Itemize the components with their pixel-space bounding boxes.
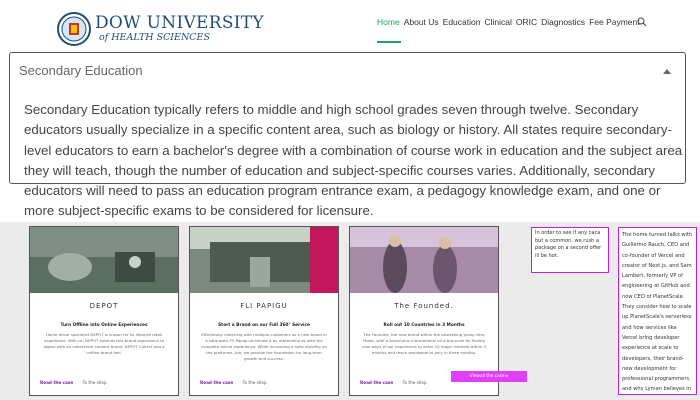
nav-clinical[interactable]: Clinical [484, 17, 511, 27]
card-subtitle: Start a Brand on our Full 360° Service [218, 323, 310, 328]
case-card-fli-papigu: FLI PAPIGU Start a Brand on our Full 360… [189, 226, 339, 396]
nav-education[interactable]: Education [443, 17, 481, 27]
logo-subtitle: of HEALTH SCIENCES [99, 32, 210, 43]
read-case-link[interactable]: Read the case [200, 380, 233, 385]
card-links: Read the case To the shop [360, 380, 427, 385]
view-all-cases-button[interactable]: Viewall the case ▸ [451, 371, 527, 382]
card-image-fli-papigu [190, 227, 338, 293]
side-text-1: In order to see if any caca but a common… [535, 230, 602, 259]
card-subtitle: Turn Offline into Online Experiences [60, 323, 148, 328]
card-title: DEPOT [89, 302, 119, 310]
nav-fee-payment[interactable]: Fee Payment [589, 17, 640, 27]
nav-oric[interactable]: ORIC [516, 17, 537, 27]
read-case-link[interactable]: Read the case [40, 380, 73, 385]
side-text-box-2: The home turned talks with Guillermo Rau… [618, 227, 697, 395]
logo-title: DOW UNIVERSITY [95, 13, 264, 33]
card-description: Effortlessly matching with multiple cust… [201, 332, 327, 361]
university-seal-logo[interactable] [57, 12, 91, 46]
main-nav: Home About Us Education Clinical ORIC Di… [377, 17, 640, 27]
active-nav-indicator [377, 41, 401, 43]
nav-diagnostics[interactable]: Diagnostics [541, 17, 585, 27]
side-text-box-1: In order to see if any caca but a common… [531, 227, 609, 273]
side-text-2: The home turned talks with Guillermo Rau… [622, 232, 693, 393]
nav-about-us[interactable]: About Us [404, 17, 439, 27]
site-header: DOW UNIVERSITY of HEALTH SCIENCES Home A… [0, 0, 700, 50]
card-links: Read the case To the shop [200, 380, 267, 385]
accordion-body-text: Secondary Education typically refers to … [24, 102, 683, 219]
card-description: Home decor specialist DEPOT is known for… [43, 332, 165, 355]
shop-link[interactable]: To the shop [403, 380, 427, 385]
card-image-the-founded [350, 227, 498, 293]
read-case-link[interactable]: Read the case [360, 380, 393, 385]
card-image-depot [30, 227, 178, 293]
card-description: The Founded, the new brand within the be… [362, 332, 486, 355]
accordion-title[interactable]: Secondary Education [19, 63, 143, 78]
case-card-depot: DEPOT Turn Offline into Online Experienc… [29, 226, 179, 396]
card-title: FLI PAPIGU [240, 302, 288, 310]
card-subtitle: Roll out 10 Countries in 3 Months [383, 323, 465, 328]
nav-home[interactable]: Home [377, 17, 400, 27]
search-icon[interactable] [637, 17, 647, 27]
card-title: The Founded. [394, 302, 454, 310]
caret-up-icon[interactable] [663, 69, 671, 74]
shop-link[interactable]: To the shop [243, 380, 267, 385]
shop-link[interactable]: To the shop [83, 380, 107, 385]
card-links: Read the case To the shop [40, 380, 107, 385]
